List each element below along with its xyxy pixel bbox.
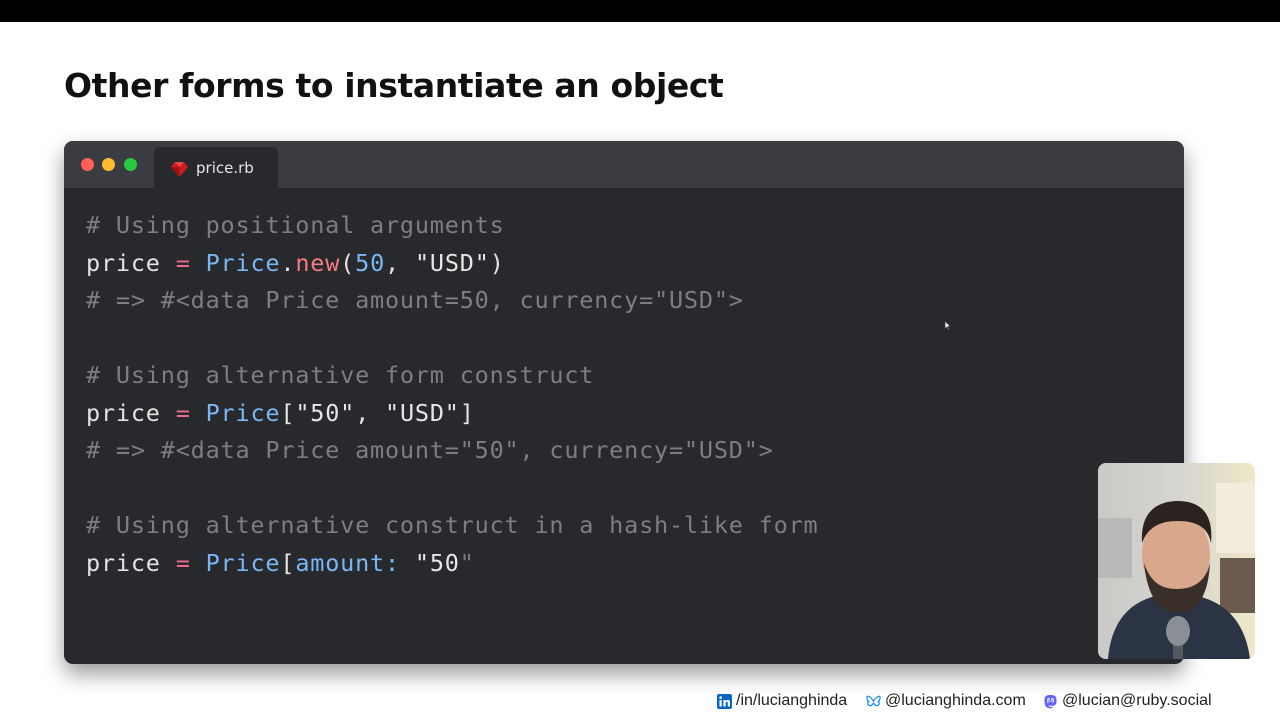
mastodon-icon [1044, 694, 1057, 708]
code-token: , [355, 398, 386, 427]
code-token: # Using alternative construct in a hash-… [86, 511, 819, 539]
code-line: price = Price[amount: "50" [86, 545, 818, 583]
minimize-window-button[interactable] [102, 158, 115, 171]
code-token: . [280, 248, 296, 277]
code-token: amount: [295, 548, 415, 577]
code-token: # => #<data Price amount=50, currency="U… [86, 286, 744, 314]
code-token: price [86, 248, 161, 277]
tab-filename: price.rb [196, 159, 254, 177]
editor-titlebar: price.rb [64, 141, 1184, 188]
webcam-presenter-image [1098, 463, 1255, 659]
code-token: = [175, 248, 191, 277]
maximize-window-button[interactable] [124, 158, 137, 171]
code-token: [ [280, 548, 296, 577]
code-token: 50 [355, 248, 386, 277]
code-token: Price [205, 548, 281, 577]
webcam-overlay [1098, 463, 1255, 659]
code-line: # => #<data Price amount="50", currency=… [86, 432, 818, 470]
code-token: [ [280, 398, 296, 427]
slide-title: Other forms to instantiate an object [64, 66, 724, 105]
code-token: "USD" [414, 248, 490, 277]
close-window-button[interactable] [81, 158, 94, 171]
code-token: # => #<data Price amount="50", currency=… [86, 436, 774, 464]
code-token: "50 [414, 548, 460, 577]
code-line: # Using alternative form construct [86, 357, 818, 395]
code-token: price [86, 548, 161, 577]
code-token: , [385, 248, 415, 277]
code-token: Price [205, 398, 281, 427]
code-token: # Using positional arguments [86, 211, 505, 239]
code-token: Price [205, 248, 281, 277]
linkedin-link[interactable]: /in/lucianghinda [717, 692, 847, 710]
code-token: ] [459, 398, 475, 427]
code-line: price = Price.new(50, "USD") [86, 245, 818, 283]
code-token: = [175, 398, 191, 427]
code-line: # Using alternative construct in a hash-… [86, 507, 818, 545]
video-top-bar [0, 0, 1280, 22]
mouse-pointer-icon [944, 320, 952, 331]
code-token: "USD" [385, 398, 460, 427]
code-token: " [459, 548, 475, 577]
code-token: "50" [295, 398, 356, 427]
code-token: price [86, 398, 161, 427]
bluesky-link[interactable]: @lucianghinda.com [866, 692, 1026, 710]
linkedin-handle: /in/lucianghinda [736, 692, 848, 709]
code-token: new [295, 248, 341, 277]
code-line: price = Price["50", "USD"] [86, 395, 818, 433]
mastodon-handle: @lucian@ruby.social [1062, 692, 1212, 709]
code-line: # => #<data Price amount=50, currency="U… [86, 282, 818, 320]
ruby-file-icon [171, 162, 188, 177]
code-token: ( [340, 248, 356, 277]
code-token: ) [489, 248, 505, 277]
code-line: # Using positional arguments [86, 207, 818, 245]
file-tab-price-rb[interactable]: price.rb [154, 147, 278, 188]
mastodon-link[interactable]: @lucian@ruby.social [1043, 692, 1212, 710]
code-editor-window: price.rb # Using positional arguments pri… [64, 141, 1184, 664]
code-token: = [175, 548, 191, 577]
linkedin-icon [717, 693, 732, 709]
code-token: # Using alternative form construct [86, 361, 595, 389]
bluesky-handle: @lucianghinda.com [885, 692, 1026, 709]
code-area[interactable]: # Using positional arguments price = Pric… [86, 207, 818, 582]
bluesky-icon [866, 695, 881, 706]
